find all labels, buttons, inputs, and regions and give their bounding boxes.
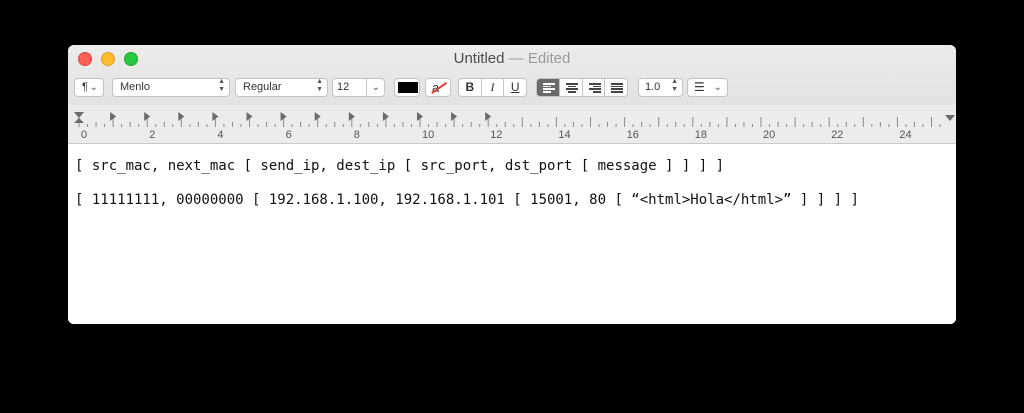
- chevron-down-icon: ⌄: [365, 79, 380, 96]
- alignment-segmented: [536, 78, 628, 97]
- chevron-down-icon: ⌄: [89, 82, 98, 93]
- window-title: Untitled — Edited: [68, 50, 956, 67]
- underline-button[interactable]: U: [504, 79, 526, 96]
- align-left-icon: [543, 83, 555, 93]
- align-justify-button[interactable]: [605, 79, 627, 96]
- italic-button[interactable]: I: [482, 79, 505, 96]
- ruler-label: 20: [763, 129, 775, 141]
- left-indent-marker: [74, 118, 84, 123]
- list-bullets-icon: ☰: [694, 80, 705, 94]
- align-right-button[interactable]: [583, 79, 606, 96]
- right-margin-marker: [945, 115, 955, 121]
- ruler-label: 24: [899, 129, 911, 141]
- chevron-down-icon: ⌄: [713, 82, 722, 93]
- line-spacing-popup[interactable]: 1.0 ▲ ▼: [638, 78, 683, 97]
- font-size-combo[interactable]: 12 ⌄: [332, 78, 385, 97]
- font-style-label: Regular: [243, 81, 282, 93]
- edited-status: Edited: [527, 50, 571, 67]
- font-family-label: Menlo: [120, 81, 150, 93]
- align-center-icon: [565, 83, 578, 93]
- document-line-1: [ src_mac, next_mac [ send_ip, dest_ip […: [75, 158, 725, 174]
- ruler-label: 0: [81, 129, 87, 141]
- align-center-button[interactable]: [560, 79, 583, 96]
- line-spacing-value: 1.0: [645, 81, 661, 93]
- ruler-label: 10: [422, 129, 434, 141]
- font-size-value: 12: [337, 81, 350, 93]
- ruler-label: 14: [558, 129, 570, 141]
- align-left-button[interactable]: [537, 79, 560, 96]
- first-line-indent-marker: [74, 112, 84, 118]
- document-text-area[interactable]: [ src_mac, next_mac [ send_ip, dest_ip […: [68, 144, 956, 324]
- title-separator: —: [508, 50, 524, 67]
- ruler-label: 16: [627, 129, 639, 141]
- ruler[interactable]: 0 2 4 6 8 10 12 14 16 18 20 22 24: [68, 105, 956, 143]
- align-justify-icon: [611, 83, 624, 93]
- document-name: Untitled: [453, 50, 505, 67]
- paragraph-style-popup[interactable]: ¶ ⌄: [74, 78, 104, 97]
- ruler-label: 18: [695, 129, 707, 141]
- ruler-label: 22: [831, 129, 843, 141]
- up-down-arrows-icon: ▲ ▼: [218, 78, 225, 93]
- text-color-well[interactable]: [394, 78, 420, 97]
- paragraph-style-label: ¶: [82, 81, 88, 93]
- up-down-arrows-icon: ▲ ▼: [671, 78, 678, 93]
- ruler-label: 6: [286, 129, 292, 141]
- list-style-popup[interactable]: ☰ ⌄: [687, 78, 728, 97]
- up-down-arrows-icon: ▲ ▼: [316, 78, 323, 93]
- ruler-label: 2: [149, 129, 155, 141]
- ruler-label: 8: [354, 129, 360, 141]
- background-color-well[interactable]: a: [425, 78, 451, 97]
- bold-button[interactable]: B: [459, 79, 482, 96]
- ruler-scale: 0 2 4 6 8 10 12 14 16 18 20 22 24: [74, 112, 955, 141]
- align-right-icon: [588, 83, 601, 93]
- ruler-label: 4: [217, 129, 223, 141]
- textedit-window: Untitled — Edited ¶ ⌄ Menlo ▲ ▼ Regular ▲…: [68, 45, 956, 324]
- document-line-2: [ 11111111, 00000000 [ 192.168.1.100, 19…: [75, 192, 859, 208]
- font-emphasis-segmented: B I U: [458, 78, 527, 97]
- font-style-popup[interactable]: Regular ▲ ▼: [235, 78, 328, 97]
- ruler-label: 12: [490, 129, 502, 141]
- font-family-popup[interactable]: Menlo ▲ ▼: [112, 78, 230, 97]
- text-color-swatch: [398, 82, 418, 93]
